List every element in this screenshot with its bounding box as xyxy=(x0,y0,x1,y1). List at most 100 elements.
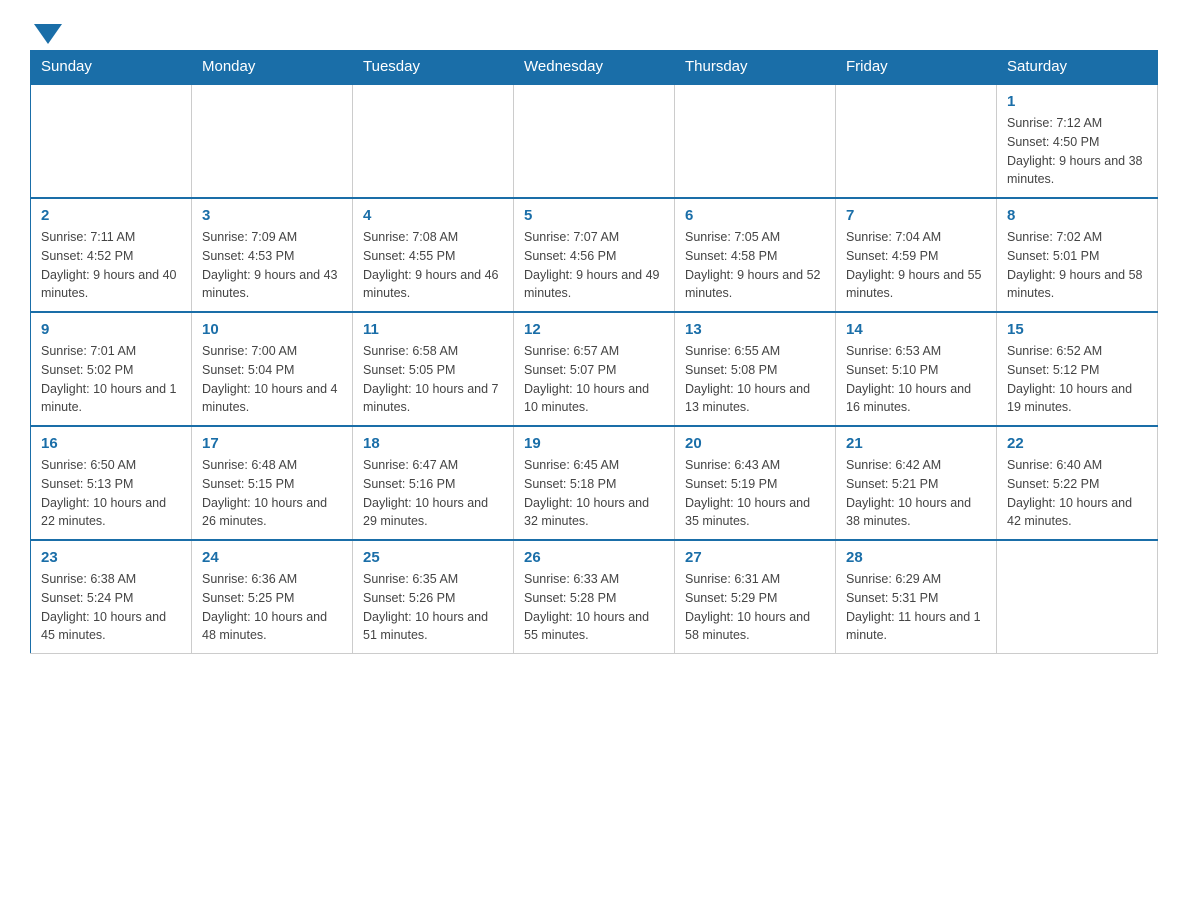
day-number: 27 xyxy=(685,549,825,566)
day-number: 22 xyxy=(1007,435,1147,452)
calendar-cell: 3Sunrise: 7:09 AMSunset: 4:53 PMDaylight… xyxy=(192,198,353,312)
day-of-week-header: Thursday xyxy=(675,50,836,84)
day-info: Sunrise: 6:35 AMSunset: 5:26 PMDaylight:… xyxy=(363,570,503,645)
day-info: Sunrise: 6:38 AMSunset: 5:24 PMDaylight:… xyxy=(41,570,181,645)
day-info: Sunrise: 6:57 AMSunset: 5:07 PMDaylight:… xyxy=(524,342,664,417)
day-number: 6 xyxy=(685,207,825,224)
day-number: 1 xyxy=(1007,93,1147,110)
day-info: Sunrise: 7:02 AMSunset: 5:01 PMDaylight:… xyxy=(1007,228,1147,303)
day-info: Sunrise: 6:36 AMSunset: 5:25 PMDaylight:… xyxy=(202,570,342,645)
day-info: Sunrise: 6:33 AMSunset: 5:28 PMDaylight:… xyxy=(524,570,664,645)
day-info: Sunrise: 6:52 AMSunset: 5:12 PMDaylight:… xyxy=(1007,342,1147,417)
calendar-cell: 13 Sunrise: 6:55 AMSunset: 5:08 PMDayligh… xyxy=(675,312,836,426)
calendar-week-row: 16 Sunrise: 6:50 AMSunset: 5:13 PMDayligh… xyxy=(31,426,1158,540)
day-info: Sunrise: 6:40 AMSunset: 5:22 PMDaylight:… xyxy=(1007,456,1147,531)
calendar-cell: 15 Sunrise: 6:52 AMSunset: 5:12 PMDayligh… xyxy=(997,312,1158,426)
calendar-cell: 12 Sunrise: 6:57 AMSunset: 5:07 PMDayligh… xyxy=(514,312,675,426)
calendar-cell xyxy=(514,84,675,198)
day-of-week-header: Monday xyxy=(192,50,353,84)
day-number: 17 xyxy=(202,435,342,452)
calendar-cell xyxy=(31,84,192,198)
calendar-cell: 21 Sunrise: 6:42 AMSunset: 5:21 PMDayligh… xyxy=(836,426,997,540)
day-number: 16 xyxy=(41,435,181,452)
day-number: 7 xyxy=(846,207,986,224)
calendar-cell: 14 Sunrise: 6:53 AMSunset: 5:10 PMDayligh… xyxy=(836,312,997,426)
day-number: 24 xyxy=(202,549,342,566)
day-number: 4 xyxy=(363,207,503,224)
day-of-week-header: Tuesday xyxy=(353,50,514,84)
calendar-week-row: 23 Sunrise: 6:38 AMSunset: 5:24 PMDayligh… xyxy=(31,540,1158,654)
day-info: Sunrise: 6:58 AMSunset: 5:05 PMDaylight:… xyxy=(363,342,503,417)
calendar-header-row: SundayMondayTuesdayWednesdayThursdayFrid… xyxy=(31,50,1158,84)
day-of-week-header: Friday xyxy=(836,50,997,84)
calendar-cell: 4Sunrise: 7:08 AMSunset: 4:55 PMDaylight… xyxy=(353,198,514,312)
day-number: 14 xyxy=(846,321,986,338)
day-info: Sunrise: 6:48 AMSunset: 5:15 PMDaylight:… xyxy=(202,456,342,531)
calendar-cell: 11 Sunrise: 6:58 AMSunset: 5:05 PMDayligh… xyxy=(353,312,514,426)
day-info: Sunrise: 7:11 AMSunset: 4:52 PMDaylight:… xyxy=(41,228,181,303)
day-info: Sunrise: 7:05 AMSunset: 4:58 PMDaylight:… xyxy=(685,228,825,303)
day-info: Sunrise: 7:00 AMSunset: 5:04 PMDaylight:… xyxy=(202,342,342,417)
calendar-cell xyxy=(836,84,997,198)
day-info: Sunrise: 6:29 AMSunset: 5:31 PMDaylight:… xyxy=(846,570,986,645)
day-info: Sunrise: 6:42 AMSunset: 5:21 PMDaylight:… xyxy=(846,456,986,531)
page-header xyxy=(30,20,1158,40)
calendar-cell: 22 Sunrise: 6:40 AMSunset: 5:22 PMDayligh… xyxy=(997,426,1158,540)
calendar-cell: 5 Sunrise: 7:07 AMSunset: 4:56 PMDaylight… xyxy=(514,198,675,312)
calendar-cell xyxy=(675,84,836,198)
day-info: Sunrise: 6:45 AMSunset: 5:18 PMDaylight:… xyxy=(524,456,664,531)
day-number: 23 xyxy=(41,549,181,566)
day-number: 19 xyxy=(524,435,664,452)
calendar-cell: 28 Sunrise: 6:29 AMSunset: 5:31 PMDayligh… xyxy=(836,540,997,654)
day-of-week-header: Sunday xyxy=(31,50,192,84)
day-number: 25 xyxy=(363,549,503,566)
calendar-cell: 24 Sunrise: 6:36 AMSunset: 5:25 PMDayligh… xyxy=(192,540,353,654)
day-number: 20 xyxy=(685,435,825,452)
calendar-week-row: 9 Sunrise: 7:01 AMSunset: 5:02 PMDaylight… xyxy=(31,312,1158,426)
day-info: Sunrise: 6:43 AMSunset: 5:19 PMDaylight:… xyxy=(685,456,825,531)
day-info: Sunrise: 6:53 AMSunset: 5:10 PMDaylight:… xyxy=(846,342,986,417)
calendar-cell: 17 Sunrise: 6:48 AMSunset: 5:15 PMDayligh… xyxy=(192,426,353,540)
day-number: 2 xyxy=(41,207,181,224)
calendar-cell xyxy=(353,84,514,198)
calendar-cell: 8 Sunrise: 7:02 AMSunset: 5:01 PMDaylight… xyxy=(997,198,1158,312)
calendar-cell: 23 Sunrise: 6:38 AMSunset: 5:24 PMDayligh… xyxy=(31,540,192,654)
calendar-cell: 18Sunrise: 6:47 AMSunset: 5:16 PMDayligh… xyxy=(353,426,514,540)
day-info: Sunrise: 6:31 AMSunset: 5:29 PMDaylight:… xyxy=(685,570,825,645)
day-number: 21 xyxy=(846,435,986,452)
calendar-cell: 2 Sunrise: 7:11 AMSunset: 4:52 PMDaylight… xyxy=(31,198,192,312)
day-number: 3 xyxy=(202,207,342,224)
day-number: 28 xyxy=(846,549,986,566)
day-number: 9 xyxy=(41,321,181,338)
calendar-cell: 27 Sunrise: 6:31 AMSunset: 5:29 PMDayligh… xyxy=(675,540,836,654)
logo-arrow-icon xyxy=(34,24,62,44)
day-number: 11 xyxy=(363,321,503,338)
calendar-cell: 20 Sunrise: 6:43 AMSunset: 5:19 PMDayligh… xyxy=(675,426,836,540)
calendar-cell: 1 Sunrise: 7:12 AMSunset: 4:50 PMDaylight… xyxy=(997,84,1158,198)
day-number: 10 xyxy=(202,321,342,338)
calendar-table: SundayMondayTuesdayWednesdayThursdayFrid… xyxy=(30,50,1158,654)
day-of-week-header: Saturday xyxy=(997,50,1158,84)
day-number: 15 xyxy=(1007,321,1147,338)
calendar-cell: 19 Sunrise: 6:45 AMSunset: 5:18 PMDayligh… xyxy=(514,426,675,540)
day-info: Sunrise: 7:07 AMSunset: 4:56 PMDaylight:… xyxy=(524,228,664,303)
day-number: 8 xyxy=(1007,207,1147,224)
calendar-cell xyxy=(997,540,1158,654)
day-number: 13 xyxy=(685,321,825,338)
calendar-cell: 10 Sunrise: 7:00 AMSunset: 5:04 PMDayligh… xyxy=(192,312,353,426)
day-info: Sunrise: 7:04 AMSunset: 4:59 PMDaylight:… xyxy=(846,228,986,303)
calendar-week-row: 2 Sunrise: 7:11 AMSunset: 4:52 PMDaylight… xyxy=(31,198,1158,312)
calendar-cell: 16 Sunrise: 6:50 AMSunset: 5:13 PMDayligh… xyxy=(31,426,192,540)
calendar-cell xyxy=(192,84,353,198)
day-info: Sunrise: 6:55 AMSunset: 5:08 PMDaylight:… xyxy=(685,342,825,417)
day-number: 12 xyxy=(524,321,664,338)
day-info: Sunrise: 6:47 AMSunset: 5:16 PMDaylight:… xyxy=(363,456,503,531)
day-of-week-header: Wednesday xyxy=(514,50,675,84)
day-info: Sunrise: 7:01 AMSunset: 5:02 PMDaylight:… xyxy=(41,342,181,417)
calendar-cell: 7 Sunrise: 7:04 AMSunset: 4:59 PMDaylight… xyxy=(836,198,997,312)
calendar-cell: 6 Sunrise: 7:05 AMSunset: 4:58 PMDaylight… xyxy=(675,198,836,312)
day-info: Sunrise: 6:50 AMSunset: 5:13 PMDaylight:… xyxy=(41,456,181,531)
day-number: 5 xyxy=(524,207,664,224)
day-info: Sunrise: 7:12 AMSunset: 4:50 PMDaylight:… xyxy=(1007,114,1147,189)
calendar-week-row: 1 Sunrise: 7:12 AMSunset: 4:50 PMDaylight… xyxy=(31,84,1158,198)
